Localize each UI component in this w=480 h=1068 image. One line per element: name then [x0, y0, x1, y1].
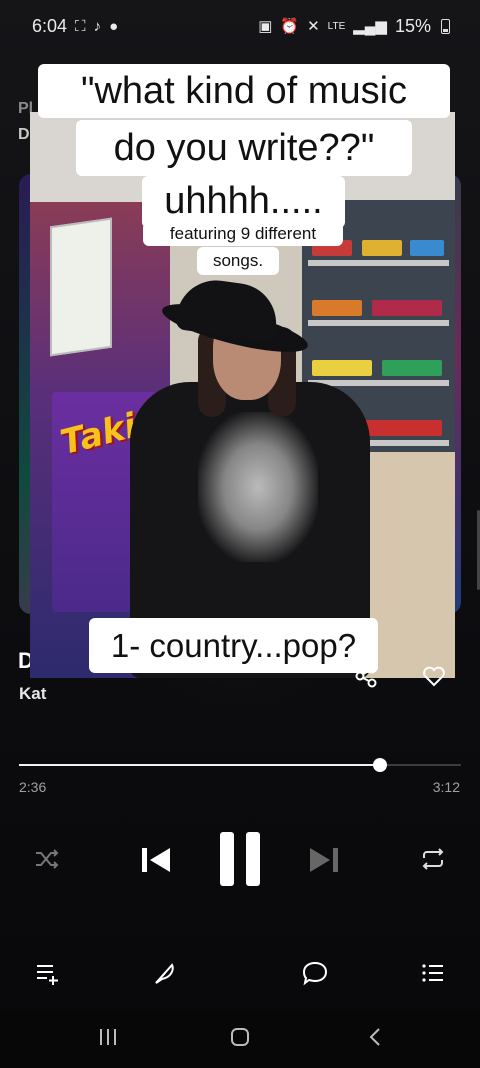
caption-line-3: uhhhh.....: [142, 176, 345, 228]
hoodie-print: [198, 412, 318, 562]
fridge-shelf: [308, 320, 449, 326]
shuffle-button[interactable]: [30, 842, 64, 876]
battery-icon: [441, 18, 450, 34]
share-icon[interactable]: [352, 662, 380, 690]
next-icon: [310, 848, 338, 872]
caption-line-1: "what kind of music: [38, 64, 450, 118]
lyrics-feather-icon: [155, 963, 174, 984]
comment-icon: [302, 961, 328, 986]
caption-line-4: featuring 9 different: [143, 222, 343, 246]
status-bar: 6:04 ⛶ ♪ ● ▣ ⏰ ✕ LTE ▂▄▆ 15%: [0, 0, 480, 52]
caption-line-5: songs.: [197, 247, 279, 275]
elapsed-time: 2:36: [19, 779, 47, 795]
progress-thumb[interactable]: [372, 758, 387, 772]
comment-button[interactable]: [298, 956, 332, 990]
menu-button[interactable]: [416, 956, 450, 990]
alarm-icon: ⏰: [280, 18, 300, 35]
home-icon: [231, 1028, 249, 1046]
previous-button[interactable]: [134, 838, 178, 882]
battery-saver-icon: ▣: [258, 18, 273, 35]
next-button[interactable]: [302, 838, 346, 882]
fridge-product: [410, 240, 444, 256]
fridge-product: [312, 360, 372, 376]
repeat-icon: [422, 848, 444, 870]
heart-icon[interactable]: [420, 662, 448, 690]
pause-button[interactable]: [212, 826, 268, 892]
back-button[interactable]: [356, 1020, 396, 1054]
caption-line-2: do you write??": [76, 120, 412, 176]
status-right: ▣ ⏰ ✕ LTE ▂▄▆ 15%: [258, 16, 450, 37]
progress-fill: [19, 764, 380, 766]
repeat-button[interactable]: [416, 842, 450, 876]
screenshot-icon: ⛶: [75, 17, 86, 35]
home-button[interactable]: [220, 1020, 260, 1054]
mute-icon: ✕: [307, 18, 320, 35]
artist-name[interactable]: Kat: [19, 684, 46, 704]
total-time: 3:12: [432, 779, 460, 795]
fridge-product: [312, 300, 362, 316]
fridge-product: [382, 360, 442, 376]
caption-line-6: 1- country...pop?: [89, 618, 378, 673]
signal-icon: ▂▄▆: [353, 18, 387, 35]
fridge-product: [362, 240, 402, 256]
shuffle-icon: [36, 849, 59, 869]
queue-button[interactable]: [30, 956, 64, 990]
battery-percent: 15%: [394, 15, 431, 36]
previous-icon: [142, 848, 170, 872]
status-time: 6:04: [32, 15, 68, 36]
fridge-product: [372, 300, 442, 316]
playlist-source-label: D: [18, 126, 30, 143]
cowboy-hat-crown: [174, 275, 282, 343]
lyrics-button[interactable]: [147, 956, 181, 990]
tiktok-icon: ♪: [93, 17, 102, 35]
back-icon: [369, 1028, 380, 1046]
status-left: 6:04 ⛶ ♪ ●: [32, 16, 118, 37]
queue-add-icon: [37, 965, 58, 985]
store-poster: [50, 217, 112, 357]
recent-apps-button[interactable]: [88, 1020, 128, 1054]
recent-apps-icon: [100, 1029, 116, 1045]
chat-icon: ●: [109, 17, 119, 35]
fridge-shelf: [308, 260, 449, 266]
pause-icon: [220, 832, 260, 886]
menu-list-icon: [422, 964, 443, 982]
progress-bar[interactable]: [19, 758, 461, 772]
network-type: LTE: [327, 20, 346, 32]
